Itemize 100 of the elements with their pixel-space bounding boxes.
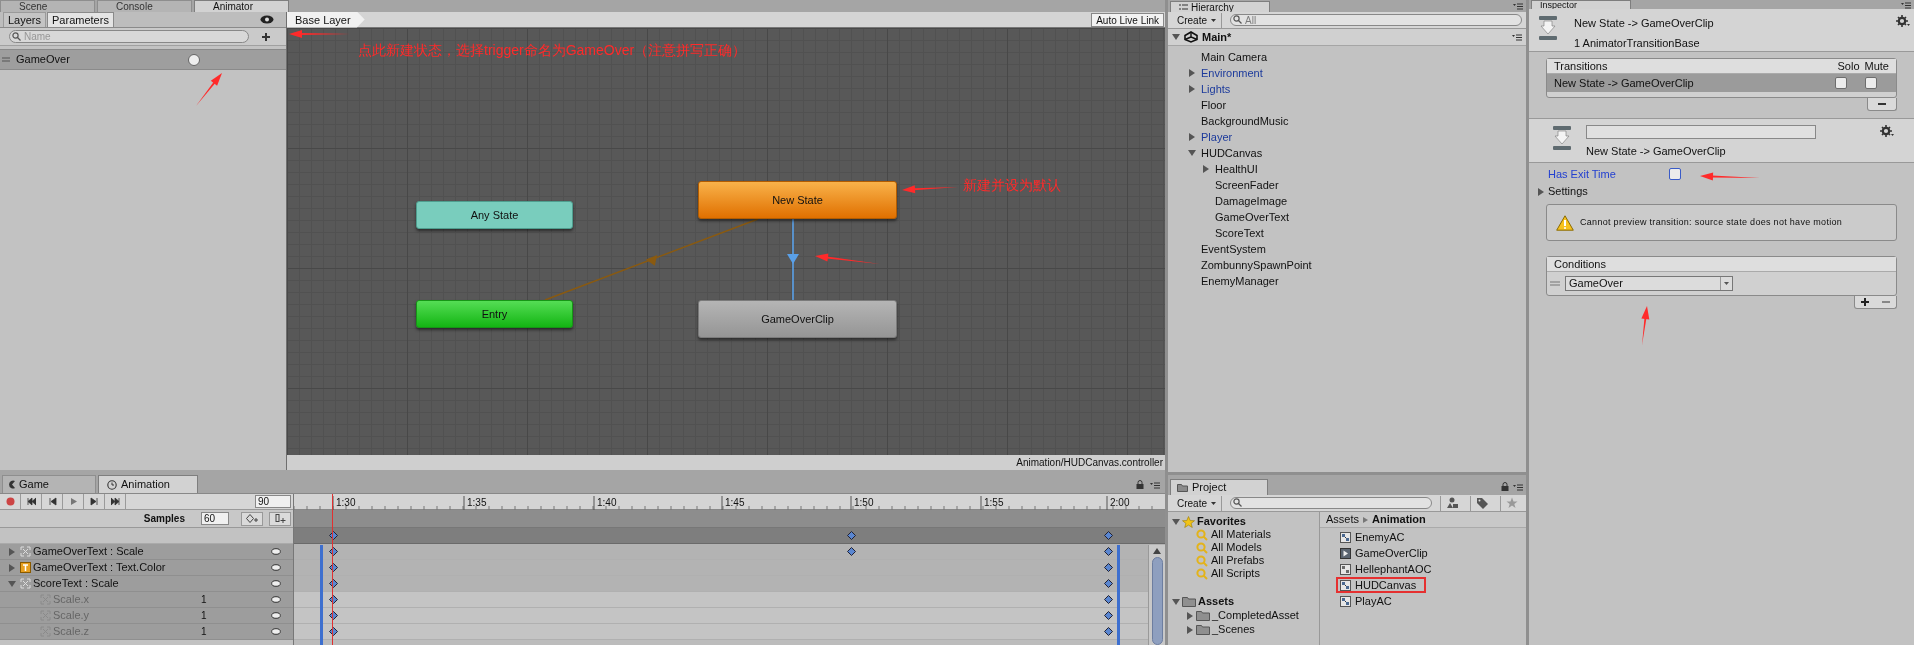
create-button[interactable]: Create xyxy=(1172,495,1222,511)
scroll-up-icon[interactable] xyxy=(1153,548,1161,554)
menu-icon[interactable] xyxy=(1150,482,1160,489)
foldout-label[interactable]: Settings xyxy=(1548,183,1588,200)
range-marker[interactable] xyxy=(320,545,323,645)
hierarchy-item[interactable]: HUDCanvas xyxy=(1201,144,1263,162)
breadcrumb-tab[interactable]: Base Layer xyxy=(287,11,365,28)
breadcrumb-item[interactable]: Assets xyxy=(1326,512,1359,528)
mute-checkbox[interactable] xyxy=(1865,77,1877,89)
add-keyframe-button[interactable] xyxy=(241,511,263,526)
lock-icon[interactable] xyxy=(1136,480,1144,489)
parameter-dropdown[interactable]: GameOver xyxy=(1565,275,1733,291)
samples-field[interactable]: 60 xyxy=(201,512,229,525)
scrollbar-thumb[interactable] xyxy=(1151,557,1163,645)
animator-controller-icon xyxy=(1340,595,1351,607)
expand-arrow-icon[interactable] xyxy=(1188,133,1196,141)
panel-tab[interactable]: Animation xyxy=(98,475,198,493)
menu-icon[interactable] xyxy=(1513,3,1523,10)
panel-tab[interactable]: Project xyxy=(1170,479,1268,495)
hierarchy-item[interactable]: Lights xyxy=(1201,80,1231,98)
create-button[interactable]: Create xyxy=(1172,12,1222,28)
menu-icon[interactable] xyxy=(1512,33,1522,41)
search-icon xyxy=(1196,554,1208,567)
range-marker[interactable] xyxy=(1117,545,1120,645)
frame-field[interactable]: 90 xyxy=(255,495,291,508)
panel-tab[interactable]: Console xyxy=(97,0,192,12)
menu-icon[interactable] xyxy=(1513,484,1523,491)
dropdown-caret-icon xyxy=(1211,501,1216,505)
ruler-label: 1:40 xyxy=(597,496,617,510)
collapse-arrow-icon[interactable] xyxy=(8,579,16,588)
breadcrumb-item[interactable]: Animation xyxy=(1372,512,1426,528)
trigger-toggle[interactable] xyxy=(188,53,200,66)
panel-tab[interactable]: Scene xyxy=(0,0,95,12)
settings-icon[interactable] xyxy=(1880,125,1894,137)
state-node[interactable]: New State xyxy=(698,181,897,219)
expand-arrow-icon[interactable] xyxy=(8,563,16,572)
folder-item[interactable]: _Scenes xyxy=(1212,621,1255,638)
remove-button[interactable] xyxy=(1867,98,1897,111)
name-field[interactable] xyxy=(1586,125,1816,139)
auto-live-link-button[interactable]: Auto Live Link xyxy=(1091,12,1164,27)
hierarchy-item[interactable]: Player xyxy=(1201,128,1233,146)
transition-arrow[interactable] xyxy=(787,218,799,301)
hierarchy-item[interactable]: ScreenFader xyxy=(1215,176,1279,194)
asset-item[interactable]: PlayAC xyxy=(1336,593,1402,609)
state-node[interactable]: Any State xyxy=(416,201,573,229)
hierarchy-item[interactable]: DamageImage xyxy=(1215,192,1288,210)
expand-arrow-icon[interactable] xyxy=(1186,611,1194,620)
asset-item[interactable]: GameOverClip xyxy=(1336,545,1438,561)
menu-icon[interactable] xyxy=(1901,2,1911,9)
expand-arrow-icon[interactable] xyxy=(1188,69,1196,77)
panel-tab[interactable]: Hierarchy xyxy=(1170,1,1270,12)
expand-arrow-icon[interactable] xyxy=(1537,187,1545,196)
panel-tab[interactable]: Layers xyxy=(3,12,47,27)
transition-row[interactable]: New State -> GameOverClip xyxy=(1547,74,1896,92)
list-header: Transitions xyxy=(1554,58,1609,74)
add-icon[interactable] xyxy=(261,31,271,42)
state-node[interactable]: Entry xyxy=(416,300,573,328)
hierarchy-item[interactable]: Environment xyxy=(1201,64,1263,82)
asset-item[interactable]: EnemyAC xyxy=(1336,529,1415,545)
add-event-button[interactable] xyxy=(269,511,291,526)
hierarchy-item[interactable]: EventSystem xyxy=(1201,240,1266,258)
search-field[interactable]: Name xyxy=(9,30,249,43)
panel-tab[interactable]: Animator xyxy=(194,0,289,12)
asset-item[interactable]: HellephantAOC xyxy=(1336,561,1442,577)
hierarchy-item[interactable]: EnemyManager xyxy=(1201,272,1279,290)
transition-name: New State -> GameOverClip xyxy=(1586,144,1727,159)
expand-arrow-icon[interactable] xyxy=(8,547,16,556)
hierarchy-item[interactable]: HealthUI xyxy=(1215,160,1258,178)
folder-icon xyxy=(1196,610,1210,621)
collapse-arrow-icon[interactable] xyxy=(1172,517,1180,526)
eye-icon[interactable] xyxy=(260,15,274,24)
hierarchy-item[interactable]: BackgroundMusic xyxy=(1201,112,1289,130)
expand-arrow-icon[interactable] xyxy=(1188,85,1196,93)
asset-item[interactable]: HUDCanvas xyxy=(1336,577,1427,593)
lock-icon[interactable] xyxy=(1501,482,1509,491)
state-node[interactable]: GameOverClip xyxy=(698,300,897,338)
hierarchy-item[interactable]: Main Camera xyxy=(1201,48,1268,66)
search-field[interactable]: All xyxy=(1230,14,1522,26)
has-exit-time-checkbox[interactable] xyxy=(1669,168,1681,180)
collapse-arrow-icon[interactable] xyxy=(1172,33,1180,41)
hierarchy-item[interactable]: ScoreText xyxy=(1215,224,1264,242)
transform-icon xyxy=(20,578,31,589)
panel-tab[interactable]: Parameters xyxy=(47,12,114,27)
panel-tab[interactable]: Game xyxy=(2,475,96,493)
hierarchy-item[interactable]: GameOverText xyxy=(1215,208,1289,226)
collapse-arrow-icon[interactable] xyxy=(1188,149,1196,157)
property-value: 1 xyxy=(201,593,208,607)
collapse-arrow-icon[interactable] xyxy=(1172,597,1180,606)
timeline-ruler[interactable]: 1:30 1:35 1:40 1:45 1:50 1:55 2:00 xyxy=(294,494,1165,510)
add-button[interactable] xyxy=(1859,297,1872,307)
search-field[interactable] xyxy=(1230,497,1432,509)
hierarchy-item[interactable]: ZombunnySpawnPoint xyxy=(1201,256,1312,274)
expand-arrow-icon[interactable] xyxy=(1186,625,1194,634)
expand-arrow-icon[interactable] xyxy=(1202,165,1210,173)
folder-item[interactable]: _CompletedAsset xyxy=(1212,607,1299,624)
settings-icon[interactable] xyxy=(1896,15,1910,27)
tree-section-label[interactable]: Assets xyxy=(1198,593,1235,610)
property-value: 1 xyxy=(201,609,208,623)
hierarchy-item[interactable]: Floor xyxy=(1201,96,1227,114)
solo-checkbox[interactable] xyxy=(1835,77,1847,89)
